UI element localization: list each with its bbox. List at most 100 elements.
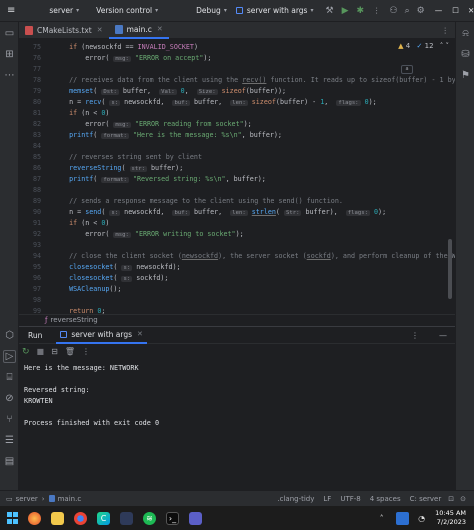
stop-icon[interactable]: ■ — [37, 347, 45, 356]
chevron-down-icon: ▾ — [76, 7, 80, 14]
terminal-icon[interactable]: ⌸ — [3, 371, 16, 384]
language-context[interactable]: C: server — [410, 495, 442, 503]
tab-run-config[interactable]: server with args ✕ — [56, 327, 147, 344]
minimize-panel-icon[interactable]: — — [439, 331, 447, 340]
code-line: 89 // sends a response message to the cl… — [32, 197, 343, 205]
code-line: 77 — [32, 65, 41, 73]
tab-cmakelists[interactable]: CMakeLists.txt ✕ — [19, 22, 109, 39]
linter-indicator[interactable]: .clang-tidy — [277, 495, 314, 503]
path-root[interactable]: server — [16, 495, 38, 503]
left-tool-stripe: ▭ ⊞ ⋯ ⬡ ▷ ⌸ ⊘ ⑂ ☰ ▤ — [0, 22, 19, 490]
tab-options-icon[interactable]: ⋮ — [436, 22, 456, 39]
build-config-selector[interactable]: Debug ▾ — [196, 6, 227, 15]
maximize-icon[interactable]: ☐ — [452, 6, 459, 15]
code-line: 86 reverseString( str: buffer); — [32, 164, 184, 172]
search-icon[interactable]: ⌕ — [405, 6, 410, 16]
build-hammer-icon[interactable]: ⚒ — [325, 6, 333, 16]
encoding[interactable]: UTF-8 — [340, 495, 360, 503]
vcs-selector[interactable]: Version control ▾ — [96, 6, 158, 15]
close-tab-icon[interactable]: ✕ — [137, 330, 143, 338]
app-icon[interactable] — [189, 511, 202, 525]
browser-icon[interactable] — [74, 511, 87, 525]
more-options-icon[interactable]: ⋮ — [373, 6, 381, 15]
breadcrumb[interactable]: ƒ reverseString — [19, 314, 455, 325]
right-tool-stripe: ⍾ ⛁ ⚑ — [455, 22, 474, 490]
minimize-icon[interactable]: — — [435, 6, 443, 15]
console-line: Process finished with exit code 0 — [24, 419, 160, 427]
git-icon[interactable]: ⑂ — [3, 413, 16, 426]
tab-label: CMakeLists.txt — [37, 25, 92, 35]
more-icon[interactable]: ⋮ — [82, 347, 90, 356]
structure-icon[interactable]: ⊞ — [3, 48, 16, 61]
spotify-icon[interactable]: ≋ — [143, 511, 156, 525]
line-separator[interactable]: LF — [323, 495, 331, 503]
windows-start-icon[interactable] — [7, 512, 18, 525]
windows-defender-icon[interactable] — [396, 511, 410, 525]
code-line: 81 if (n < 0) — [32, 109, 110, 117]
settings-gear-icon[interactable]: ⚙ — [417, 6, 425, 16]
close-icon[interactable]: ✕ — [468, 6, 474, 15]
hamburger-icon[interactable]: ≡ — [7, 5, 15, 16]
file-explorer-icon[interactable] — [51, 511, 64, 525]
code-line: 93 — [32, 241, 41, 249]
run-panel: Run server with args ✕ ⋮ — ↻ ■ ⊟ 🗑 ⋮ Her… — [19, 326, 455, 490]
build-config-label: Debug — [196, 6, 221, 15]
close-tab-icon[interactable]: ✕ — [157, 25, 163, 33]
close-tab-icon[interactable]: ✕ — [97, 26, 103, 34]
code-line: 78 // receives data from the client usin… — [32, 76, 455, 84]
run-config-selector[interactable]: server with args ▾ — [235, 6, 313, 15]
lock-icon[interactable]: ⊡ — [448, 495, 454, 503]
code-line: 82 error( msg: "ERROR reading from socke… — [32, 120, 252, 128]
sync-icon[interactable]: ⊙ — [460, 495, 466, 503]
console-output[interactable]: Here is the message: NETWORK Reversed str… — [19, 363, 455, 429]
tab-label: main.c — [126, 24, 152, 34]
code-line: 90 n = send( s: newsockfd, buf: buffer, … — [32, 208, 387, 216]
messages-icon[interactable]: ▤ — [3, 455, 16, 468]
firefox-icon[interactable] — [28, 511, 41, 525]
editor-scrollbar[interactable] — [448, 239, 452, 299]
chevron-up-icon[interactable]: ˄ — [375, 512, 388, 525]
trash-icon[interactable]: 🗑 — [65, 347, 75, 356]
run-tool-icon[interactable]: ▷ — [3, 350, 16, 363]
more-tools-icon[interactable]: ⋯ — [3, 69, 16, 82]
terminal-app-icon[interactable]: ›_ — [166, 511, 179, 525]
title-bar: ≡ server ▾ Version control ▾ Debug ▾ server… — [0, 0, 474, 22]
project-selector[interactable]: server ▾ — [49, 6, 79, 15]
console-line: Here is the message: NETWORK — [24, 364, 139, 372]
bookmarks-icon[interactable]: ⚑ — [459, 69, 472, 82]
restore-layout-icon[interactable]: ⊟ — [51, 347, 58, 356]
database-icon[interactable]: ⛁ — [459, 48, 472, 61]
account-icon[interactable]: ⚇ — [390, 6, 398, 16]
notifications-icon[interactable]: ⍾ — [459, 27, 472, 40]
tab-main-c[interactable]: main.c ✕ — [108, 22, 169, 39]
code-line: 83 printf( format: "Here is the message:… — [32, 131, 282, 139]
project-name: server — [49, 6, 74, 15]
problems-icon[interactable]: ⊘ — [3, 392, 16, 405]
more-options-icon[interactable]: ⋮ — [411, 331, 419, 340]
debug-bug-icon[interactable]: ✱ — [356, 6, 364, 16]
network-icon[interactable]: ◔ — [415, 512, 428, 525]
code-line: 96 closesocket( s: sockfd); — [32, 274, 169, 282]
code-line: 76 error( msg: "ERROR on accept"); — [32, 54, 212, 62]
os-taskbar: C ≋ ›_ ˄ ◔ 10:45 AM 7/2/2023 — [0, 506, 474, 530]
code-line: 88 — [32, 186, 41, 194]
console-line: KROWTEN — [24, 397, 53, 405]
services-icon[interactable]: ⬡ — [3, 329, 16, 342]
todo-icon[interactable]: ☰ — [3, 434, 16, 447]
run-play-icon[interactable]: ▶ — [342, 6, 349, 16]
rerun-icon[interactable]: ↻ — [22, 347, 30, 357]
console-line: Reversed string: — [24, 386, 90, 394]
module-icon: ▭ — [6, 494, 13, 503]
path-file[interactable]: main.c — [58, 495, 82, 503]
config-icon — [235, 7, 243, 14]
project-folder-icon[interactable]: ▭ — [3, 27, 16, 40]
code-editor[interactable]: ▲ 4 ✓ 12 ˄ ˅ a 75 if (newsockfd == INVAL… — [19, 39, 455, 314]
code-line: 87 printf( format: "Reversed string: %s\… — [32, 175, 266, 183]
editor-tabs: CMakeLists.txt ✕ main.c ✕ ⋮ — [19, 22, 455, 39]
clion-icon[interactable]: C — [97, 511, 110, 525]
path-separator-icon: › — [41, 494, 45, 503]
app-icon[interactable] — [120, 511, 133, 525]
code-line: 99 return 0; — [32, 307, 106, 314]
indent[interactable]: 4 spaces — [370, 495, 401, 503]
clock[interactable]: 10:45 AM 7/2/2023 — [435, 509, 466, 527]
